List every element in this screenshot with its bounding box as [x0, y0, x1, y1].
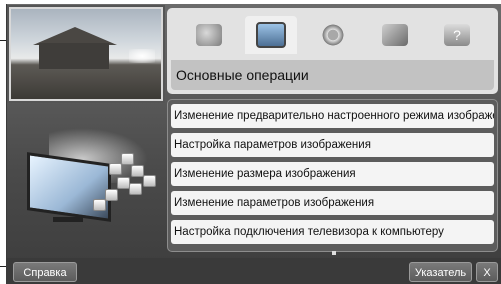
section-title: Основные операции: [171, 60, 494, 90]
tv-screen-graphic: [27, 152, 111, 222]
floating-icon: [143, 175, 156, 187]
floating-icon: [93, 199, 106, 211]
tools-gear-icon: [320, 24, 346, 46]
satellite-dish-icon: [196, 24, 222, 46]
close-button[interactable]: X: [476, 262, 498, 282]
menu-item-picture-size[interactable]: Изменение размера изображения: [171, 162, 494, 186]
category-tab-panel: ? Основные операции: [167, 8, 498, 94]
tv-settings-icon: [256, 22, 286, 48]
menu-item-picture-settings[interactable]: Настройка параметров изображения: [171, 133, 494, 157]
menu-item-picture-options[interactable]: Изменение параметров изображения: [171, 191, 494, 215]
tab-settings[interactable]: [307, 16, 359, 54]
menu-item-preset-mode[interactable]: Изменение предварительно настроенного ре…: [171, 104, 494, 128]
tv-illustration: [9, 103, 164, 253]
sun-glow: [129, 49, 155, 63]
operations-menu: Изменение предварительно настроенного ре…: [167, 99, 498, 252]
network-devices-icon: [382, 24, 408, 46]
help-button[interactable]: Справка: [13, 262, 77, 282]
house-shape: [39, 43, 109, 69]
floating-icon: [121, 153, 134, 165]
category-tabs: ?: [171, 16, 494, 56]
floating-icon: [131, 165, 144, 177]
tab-network[interactable]: [369, 16, 421, 54]
tab-picture[interactable]: [245, 16, 297, 54]
scroll-indicator[interactable]: [332, 251, 336, 255]
floating-icon: [109, 163, 122, 175]
pointer-button[interactable]: Указатель: [409, 262, 472, 282]
menu-item-pc-connection[interactable]: Настройка подключения телевизора к компь…: [171, 220, 494, 244]
preview-thumbnail: [9, 7, 163, 101]
floating-icon: [105, 189, 118, 201]
tab-help[interactable]: ?: [431, 16, 483, 54]
help-question-icon: ?: [444, 24, 470, 46]
floating-icon: [129, 183, 142, 195]
tab-channel[interactable]: [183, 16, 235, 54]
tv-stand: [53, 217, 83, 222]
